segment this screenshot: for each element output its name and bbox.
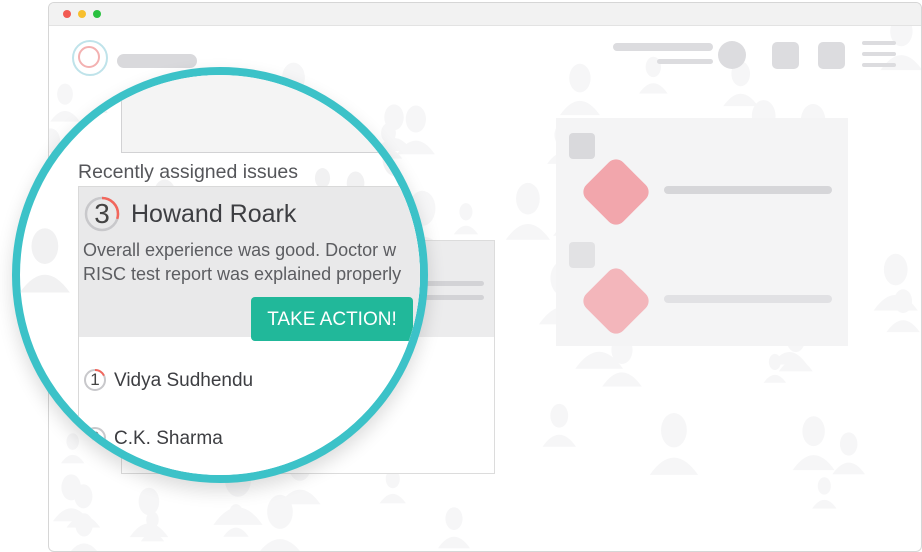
person-silhouette-icon [792, 416, 835, 471]
header-button-2[interactable] [818, 42, 845, 69]
person-silhouette-icon [12, 356, 20, 388]
user-name-placeholder [613, 43, 713, 51]
issue-count: 3 [94, 198, 110, 229]
person-silhouette-icon [505, 182, 551, 240]
issue-count-ring: 1 [83, 368, 107, 392]
issues-card: 3 Howand Roark Overall experience was go… [78, 186, 420, 475]
maximize-window-button[interactable] [93, 10, 101, 18]
person-silhouette-icon [129, 487, 169, 538]
take-action-button[interactable]: TAKE ACTION! [251, 297, 413, 341]
issue-detail-box [121, 75, 420, 153]
person-silhouette-icon [20, 75, 45, 121]
person-silhouette-icon [812, 477, 837, 509]
menu-icon[interactable] [862, 41, 896, 69]
brand-name-placeholder [117, 54, 197, 68]
app-logo [72, 40, 108, 76]
issue-patient-name: Howand Roark [131, 200, 297, 228]
issue-feedback-line-1: Overall experience was good. Doctor w [83, 240, 397, 260]
person-silhouette-icon [20, 228, 70, 293]
person-silhouette-icon [832, 432, 866, 475]
user-avatar[interactable] [718, 41, 746, 69]
issue-count-ring: 3 [83, 195, 121, 233]
diamond-icon [579, 155, 653, 229]
featured-issue[interactable]: 3 Howand Roark Overall experience was go… [79, 187, 420, 341]
issue-patient-name: Vidya Sudhendu [114, 370, 254, 391]
person-silhouette-icon [649, 413, 698, 475]
window-titlebar [49, 3, 921, 26]
person-silhouette-icon [559, 63, 600, 116]
issue-count: 1 [90, 370, 100, 389]
issue-count: 0 [90, 428, 100, 447]
issue-feedback-line-2: RISC test report was explained properly [83, 264, 402, 284]
issue-patient-name: C.K. Sharma [114, 428, 223, 449]
magnifier-lens: Recently assigned issues 3 Howand Roark … [12, 67, 428, 483]
close-window-button[interactable] [63, 10, 71, 18]
issues-heading: Recently assigned issues [78, 161, 299, 183]
right-panel [556, 118, 848, 346]
user-role-placeholder [657, 59, 713, 64]
person-silhouette-icon [438, 507, 470, 549]
minimize-window-button[interactable] [78, 10, 86, 18]
lens-content: Recently assigned issues 3 Howand Roark … [12, 75, 420, 475]
checkbox-placeholder[interactable] [569, 133, 595, 159]
issue-count-ring: 0 [83, 426, 107, 450]
diamond-icon [579, 264, 653, 338]
header-button-1[interactable] [772, 42, 799, 69]
person-silhouette-icon [542, 403, 576, 447]
person-silhouette-icon [453, 203, 479, 235]
text-line-placeholder [664, 186, 832, 194]
checkbox-placeholder[interactable] [569, 242, 595, 268]
text-line-placeholder [664, 295, 832, 303]
